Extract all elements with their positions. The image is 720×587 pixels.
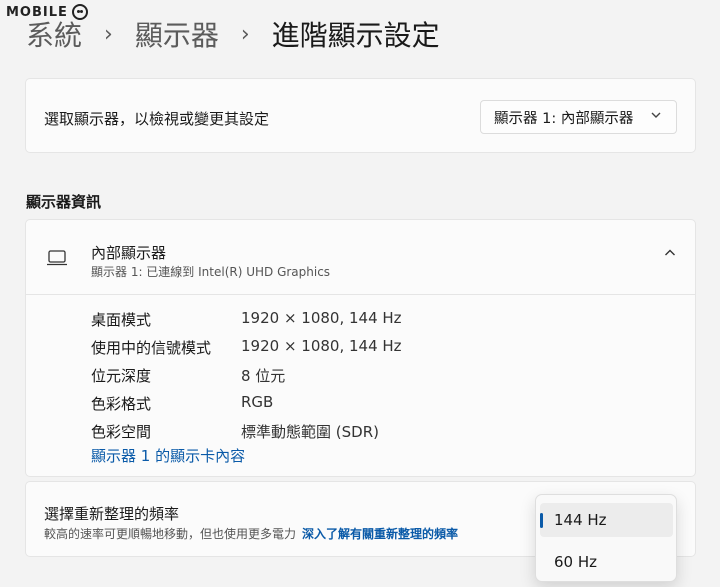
info-label: 色彩空間 [91, 423, 152, 441]
info-row-active-signal-mode: 使用中的信號模式 1920 × 1080, 144 Hz [26, 333, 695, 361]
page-title: 進階顯示設定 [271, 19, 440, 52]
info-value: 8 位元 [241, 367, 286, 385]
breadcrumb: 系統 › 顯示器 › 進階顯示設定 [26, 14, 440, 54]
display-name: 內部顯示器 [91, 244, 167, 262]
refresh-rate-description-line: 較高的速率可更順暢地移動，但也使用更多電力 深入了解有關重新整理的頻率 [44, 525, 458, 542]
info-row-bit-depth: 位元深度 8 位元 [26, 361, 695, 389]
info-label: 使用中的信號模式 [91, 339, 212, 357]
info-value: 標準動態範圍 (SDR) [241, 423, 379, 441]
info-row-color-format: 色彩格式 RGB [26, 389, 695, 417]
chevron-up-icon[interactable] [663, 246, 677, 264]
display-info-section-title: 顯示器資訊 [26, 193, 102, 211]
info-label: 位元深度 [91, 367, 152, 385]
refresh-rate-option-144[interactable]: 144 Hz [540, 503, 673, 537]
info-value: RGB [241, 393, 274, 411]
info-value: 1920 × 1080, 144 Hz [241, 337, 402, 355]
info-value: 1920 × 1080, 144 Hz [241, 309, 402, 327]
refresh-rate-learn-more-link[interactable]: 深入了解有關重新整理的頻率 [302, 527, 458, 541]
info-row-desktop-mode: 桌面模式 1920 × 1080, 144 Hz [26, 305, 695, 333]
display-select-dropdown[interactable]: 顯示器 1: 內部顯示器 [480, 100, 677, 134]
chevron-down-icon [650, 108, 662, 125]
display-subtitle: 顯示器 1: 已連線到 Intel(R) UHD Graphics [91, 265, 331, 279]
laptop-monitor-icon [46, 250, 68, 266]
refresh-rate-dropdown-menu: 144 Hz 60 Hz [535, 494, 677, 582]
breadcrumb-separator-icon: › [104, 21, 113, 47]
display-adapter-properties-link[interactable]: 顯示器 1 的顯示卡內容 [91, 445, 245, 466]
display-info-header[interactable]: 內部顯示器 顯示器 1: 已連線到 Intel(R) UHD Graphics [26, 220, 695, 295]
refresh-rate-title: 選擇重新整理的頻率 [44, 505, 180, 523]
select-display-label: 選取顯示器，以檢視或變更其設定 [44, 110, 270, 128]
refresh-rate-option-60[interactable]: 60 Hz [540, 545, 673, 579]
breadcrumb-display[interactable]: 顯示器 [135, 14, 219, 54]
refresh-rate-description: 較高的速率可更順暢地移動，但也使用更多電力 [44, 527, 297, 541]
info-label: 桌面模式 [91, 311, 152, 329]
display-info-body: 桌面模式 1920 × 1080, 144 Hz 使用中的信號模式 1920 ×… [26, 295, 695, 465]
breadcrumb-separator-icon: › [240, 21, 250, 47]
breadcrumb-system[interactable]: 系統 [26, 14, 82, 54]
display-info-card: 內部顯示器 顯示器 1: 已連線到 Intel(R) UHD Graphics … [25, 219, 696, 477]
display-select-value: 顯示器 1: 內部顯示器 [494, 110, 634, 127]
select-display-card: 選取顯示器，以檢視或變更其設定 顯示器 1: 內部顯示器 [25, 78, 696, 153]
info-row-color-space: 色彩空間 標準動態範圍 (SDR) [26, 417, 695, 445]
info-label: 色彩格式 [91, 395, 152, 413]
